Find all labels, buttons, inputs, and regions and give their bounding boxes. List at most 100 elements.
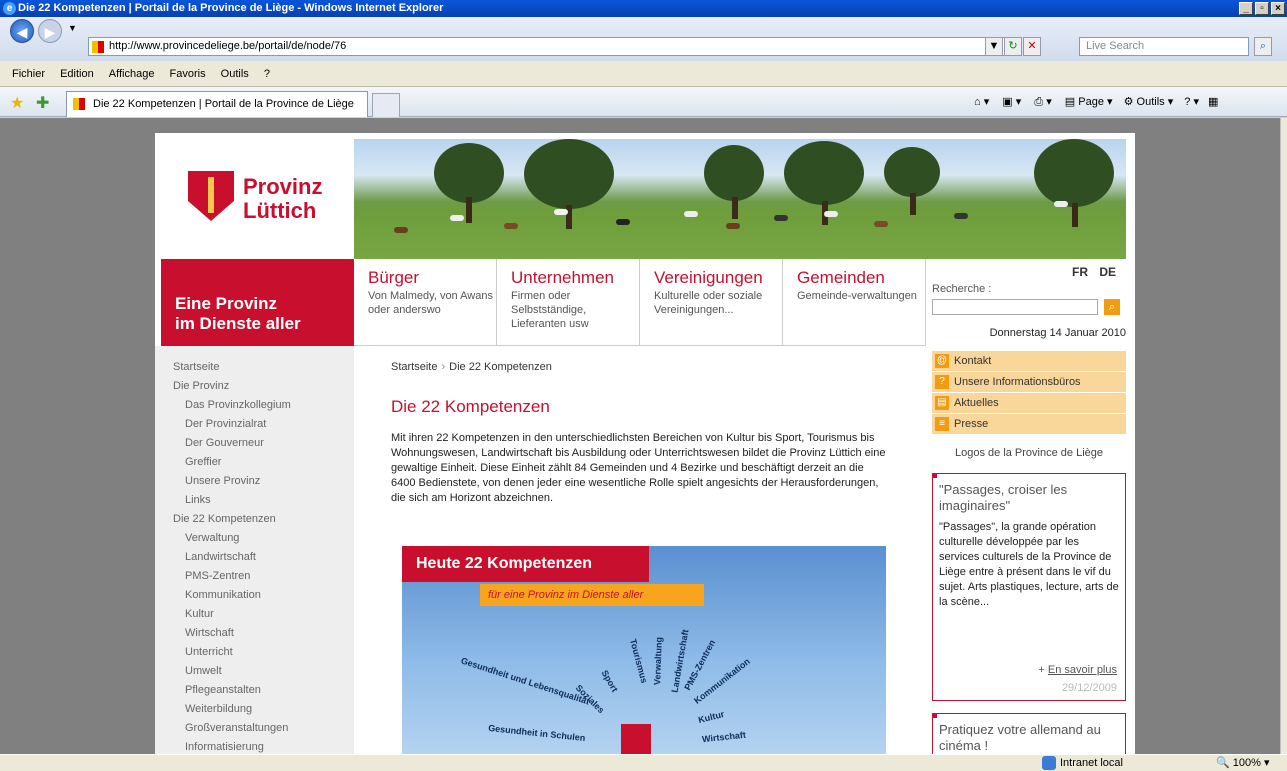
- language-switch: FR DE: [1064, 265, 1116, 279]
- leftnav-item[interactable]: Links: [173, 491, 354, 510]
- menu-outils[interactable]: Outils: [221, 68, 249, 80]
- site-logo[interactable]: Provinz Lüttich: [163, 139, 353, 259]
- leftnav-item[interactable]: PMS-Zentren: [173, 567, 354, 586]
- leftnav-item[interactable]: Verwaltung: [173, 529, 354, 548]
- search-icon[interactable]: ⌕: [1254, 37, 1272, 56]
- nav-buerger[interactable]: Bürger Von Malmedy, von Awans oder ander…: [354, 259, 497, 346]
- home-icon[interactable]: ⌂ ▾: [974, 96, 989, 108]
- news-icon: ▤: [935, 396, 949, 410]
- print-icon[interactable]: ⎙ ▾: [1034, 96, 1051, 108]
- leftnav-item[interactable]: Das Provinzkollegium: [173, 396, 354, 415]
- nav-unternehmen[interactable]: Unternehmen Firmen oder Selbstständige, …: [497, 259, 640, 346]
- leftnav-item[interactable]: Die Provinz: [173, 377, 354, 396]
- leftnav-item[interactable]: Weiterbildung: [173, 700, 354, 719]
- poster-word: Kultur: [697, 708, 726, 726]
- site-search-input[interactable]: [932, 299, 1098, 315]
- link-kontakt[interactable]: @ Kontakt: [932, 351, 1126, 372]
- competences-poster-image: Heute 22 Kompetenzen für eine Provinz im…: [402, 546, 886, 754]
- vertical-scrollbar[interactable]: [1280, 118, 1287, 754]
- news-box-allemand: Pratiquez votre allemand au cinéma !: [932, 713, 1126, 754]
- menu-help[interactable]: ?: [264, 68, 270, 80]
- leftnav-item[interactable]: Die 22 Kompetenzen: [173, 510, 354, 529]
- leftnav-item[interactable]: Umwelt: [173, 662, 354, 681]
- menu-affichage[interactable]: Affichage: [109, 68, 155, 80]
- new-tab-button[interactable]: [372, 93, 400, 117]
- poster-word: Gesundheit und Lebensqualität: [459, 655, 591, 707]
- research-icon[interactable]: ▦: [1208, 96, 1218, 108]
- header-banner-image: [354, 139, 1126, 259]
- refresh-icon[interactable]: ↻: [1004, 37, 1022, 56]
- menu-fichier[interactable]: Fichier: [12, 68, 45, 80]
- poster-word: Gesundheit in Schulen: [487, 722, 586, 744]
- news-box-title[interactable]: Pratiquez votre allemand au cinéma !: [939, 722, 1119, 754]
- poster-subtitle: für eine Provinz im Dienste aller: [480, 584, 704, 606]
- link-aktuelles[interactable]: ▤ Aktuelles: [932, 393, 1126, 414]
- left-navigation: Startseite Die Provinz Das Provinzkollegiu…: [155, 346, 354, 754]
- leftnav-item[interactable]: Unsere Provinz: [173, 472, 354, 491]
- read-more-link[interactable]: + En savoir plus: [1038, 664, 1117, 676]
- security-zone: Intranet local: [1060, 757, 1123, 769]
- nav-vereinigungen[interactable]: Vereinigungen Kulturelle oder soziale Ve…: [640, 259, 783, 346]
- leftnav-item[interactable]: Wirtschaft: [173, 624, 354, 643]
- leftnav-item[interactable]: Startseite: [173, 358, 354, 377]
- tools-menu[interactable]: ⚙ Outils ▾: [1124, 96, 1174, 108]
- link-informationsbueros[interactable]: ? Unsere Informationsbüros: [932, 372, 1126, 393]
- minimize-icon[interactable]: _: [1239, 2, 1253, 15]
- address-input[interactable]: http://www.provincedeliege.be/portail/de…: [88, 37, 1020, 56]
- forward-button[interactable]: ▶: [38, 19, 62, 43]
- list-icon: ≡: [935, 417, 949, 431]
- leftnav-item[interactable]: Greffier: [173, 453, 354, 472]
- site-search-button[interactable]: ⌕: [1104, 299, 1120, 315]
- leftnav-item[interactable]: Unterricht: [173, 643, 354, 662]
- leftnav-item[interactable]: Pflegeanstalten: [173, 681, 354, 700]
- ie-logo-icon: e: [3, 2, 16, 15]
- poster-word: Sport: [599, 668, 620, 694]
- command-bar: ⌂ ▾ ▣ ▾ ⎙ ▾ ▤ Page ▾ ⚙ Outils ▾ ? ▾ ▦: [974, 87, 1218, 117]
- news-box-title[interactable]: "Passages, croiser les imaginaires": [939, 482, 1119, 514]
- lang-de[interactable]: DE: [1099, 265, 1116, 279]
- nav-gemeinden[interactable]: Gemeinden Gemeinde-verwaltungen: [783, 259, 926, 346]
- province-shield-icon: [188, 171, 234, 221]
- leftnav-item[interactable]: Großveranstaltungen: [173, 719, 354, 738]
- favorites-star-icon[interactable]: ★: [10, 93, 24, 113]
- menu-edition[interactable]: Edition: [60, 68, 94, 80]
- link-presse[interactable]: ≡ Presse: [932, 414, 1126, 435]
- address-dropdown-icon[interactable]: ▼: [985, 37, 1003, 56]
- leftnav-item[interactable]: Landwirtschaft: [173, 548, 354, 567]
- question-icon: ?: [935, 375, 949, 389]
- leftnav-item[interactable]: Kultur: [173, 605, 354, 624]
- breadcrumb-separator: ›: [441, 361, 446, 373]
- history-dropdown-icon[interactable]: ▼: [68, 23, 77, 33]
- feeds-icon[interactable]: ▣ ▾: [1002, 96, 1021, 108]
- leftnav-item[interactable]: Der Provinzialrat: [173, 415, 354, 434]
- leftnav-item[interactable]: Der Gouverneur: [173, 434, 354, 453]
- breadcrumb: Startseite › Die 22 Kompetenzen: [391, 361, 552, 373]
- logos-link[interactable]: Logos de la Province de Liège: [932, 447, 1126, 459]
- breadcrumb-home[interactable]: Startseite: [391, 361, 437, 373]
- web-page: Provinz Lüttich Eine Provinz im Dienste …: [155, 133, 1135, 754]
- leftnav-item[interactable]: Informatisierung: [173, 738, 354, 754]
- live-search-input[interactable]: Live Search: [1079, 37, 1249, 56]
- news-box-body: "Passages", la grande opération culturel…: [939, 521, 1119, 608]
- tab-favicon-icon: [73, 98, 85, 110]
- poster-title: Heute 22 Kompetenzen: [402, 546, 649, 582]
- poster-word: Wirtschaft: [701, 729, 747, 745]
- back-button[interactable]: ◀: [10, 19, 34, 43]
- page-menu[interactable]: ▤ Page ▾: [1065, 96, 1113, 108]
- news-box-passages: "Passages, croiser les imaginaires" "Pas…: [932, 473, 1126, 701]
- poster-logo-icon: [621, 724, 651, 754]
- leftnav-item[interactable]: Kommunikation: [173, 586, 354, 605]
- search-label: Recherche :: [932, 283, 992, 295]
- zoom-level[interactable]: 🔍 100% ▾: [1216, 755, 1269, 771]
- help-icon[interactable]: ? ▾: [1184, 96, 1199, 108]
- current-date: Donnerstag 14 Januar 2010: [989, 327, 1126, 339]
- lang-fr[interactable]: FR: [1072, 265, 1088, 279]
- stop-icon[interactable]: ✕: [1023, 37, 1041, 56]
- add-favorite-icon[interactable]: ✚: [36, 93, 49, 113]
- window-title-bar: e Die 22 Kompetenzen | Portail de la Pro…: [0, 0, 1287, 17]
- close-icon[interactable]: ×: [1271, 2, 1285, 15]
- maximize-icon[interactable]: ▫: [1255, 2, 1269, 15]
- browser-viewport: Provinz Lüttich Eine Provinz im Dienste …: [0, 118, 1280, 754]
- tab-current[interactable]: Die 22 Kompetenzen | Portail de la Provi…: [66, 91, 368, 117]
- menu-favoris[interactable]: Favoris: [170, 68, 206, 80]
